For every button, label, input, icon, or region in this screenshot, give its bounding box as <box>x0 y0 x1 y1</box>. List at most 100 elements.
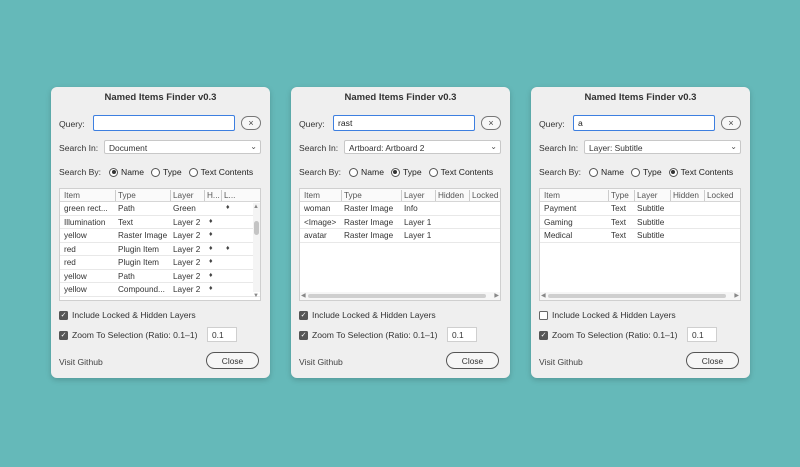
table-row[interactable]: <Image> Raster Image Layer 1 <box>300 216 500 229</box>
close-button[interactable]: Close <box>686 352 739 369</box>
zoom-to-selection-checkbox[interactable]: ✓ Zoom To Selection (Ratio: 0.1–1) <box>59 330 197 340</box>
table-cell: Subtitle <box>637 217 665 227</box>
column-header[interactable]: Layer <box>404 191 434 200</box>
table-cell: Path <box>118 204 135 213</box>
table-header: Item Type Layer Hidden Locked <box>300 189 500 202</box>
close-button[interactable]: Close <box>446 352 499 369</box>
table-row[interactable]: woman Raster Image Info <box>300 202 500 216</box>
close-button[interactable]: Close <box>206 352 259 369</box>
query-label: Query: <box>59 119 85 129</box>
clear-query-button[interactable]: × <box>481 116 501 130</box>
radio-icon <box>150 167 160 177</box>
table-row[interactable]: red Plugin Item Layer 2 ♦ <box>60 256 260 270</box>
query-input[interactable] <box>93 115 235 131</box>
table-row[interactable]: Illumination Text Layer 2 ♦ <box>60 216 260 229</box>
table-row[interactable]: Gaming Text Subtitle <box>540 216 740 229</box>
include-locked-checkbox[interactable]: ✓ Include Locked & Hidden Layers <box>59 310 196 320</box>
include-locked-checkbox[interactable]: Include Locked & Hidden Layers <box>539 310 676 320</box>
column-header[interactable]: Locked <box>707 191 738 200</box>
table-row[interactable]: yellow Raster Image Layer 2 ♦ <box>60 229 260 243</box>
column-header[interactable]: Item <box>64 191 114 200</box>
zoom-ratio-input[interactable] <box>687 327 717 342</box>
radio-label: Text Contents <box>200 167 254 177</box>
search-by-option[interactable]: Name <box>109 167 144 177</box>
column-header[interactable]: Layer <box>637 191 669 200</box>
zoom-ratio-input[interactable] <box>207 327 237 342</box>
clear-query-button[interactable]: × <box>721 116 741 130</box>
search-by-option[interactable]: Type <box>390 167 422 177</box>
search-by-option[interactable]: Type <box>150 167 182 177</box>
column-divider <box>435 190 436 201</box>
diamond-icon: ♦ <box>209 285 213 292</box>
table-row[interactable]: Medical Text Subtitle <box>540 229 740 243</box>
table-cell: <Image> <box>304 217 337 227</box>
scroll-left-icon[interactable]: ◀ <box>541 292 546 299</box>
scroll-right-icon[interactable]: ▶ <box>494 292 499 299</box>
search-by-option[interactable]: Text Contents <box>188 167 254 177</box>
visit-github-link[interactable]: Visit Github <box>299 357 343 367</box>
table-row[interactable]: green rect... Path Green ♦ <box>60 202 260 216</box>
column-header[interactable]: Type <box>611 191 633 200</box>
diamond-icon: ♦ <box>209 231 213 238</box>
scroll-right-icon[interactable]: ▶ <box>734 292 739 299</box>
horizontal-scrollbar[interactable]: ◀ ▶ <box>540 292 740 300</box>
search-by-option[interactable]: Text Contents <box>668 167 734 177</box>
column-header[interactable]: Layer <box>173 191 203 200</box>
column-header[interactable]: Item <box>544 191 607 200</box>
table-row[interactable]: Payment Text Subtitle <box>540 202 740 216</box>
scroll-thumb[interactable] <box>548 294 726 298</box>
zoom-to-selection-checkbox[interactable]: ✓ Zoom To Selection (Ratio: 0.1–1) <box>299 330 437 340</box>
column-header[interactable]: Type <box>344 191 400 200</box>
column-divider <box>634 190 635 201</box>
radio-label: Name <box>601 167 624 177</box>
search-in-label: Search In: <box>59 143 99 153</box>
table-cell: Layer 2 <box>173 258 201 267</box>
table-cell: Text <box>611 217 627 227</box>
checkbox-icon <box>539 310 548 320</box>
search-in-select[interactable]: Document ⌄ <box>104 140 261 154</box>
search-in-select[interactable]: Layer: Subtitle ⌄ <box>584 140 741 154</box>
column-header[interactable]: Hidden <box>673 191 703 200</box>
table-cell: Plugin Item <box>118 244 159 254</box>
column-header[interactable]: Hidden <box>438 191 468 200</box>
search-by-option[interactable]: Name <box>589 167 624 177</box>
close-icon: × <box>248 117 254 128</box>
vertical-scrollbar[interactable] <box>253 203 260 292</box>
zoom-ratio-input[interactable] <box>447 327 477 342</box>
search-by-option[interactable]: Name <box>349 167 384 177</box>
search-in-select[interactable]: Artboard: Artboard 2 ⌄ <box>344 140 501 154</box>
column-header[interactable]: H... <box>207 191 220 200</box>
radio-label: Text Contents <box>680 167 734 177</box>
horizontal-scrollbar[interactable]: ◀ ▶ <box>300 292 500 300</box>
table-row[interactable]: red Plugin Item Layer 2 ♦ ♦ <box>60 243 260 256</box>
column-header[interactable]: Type <box>118 191 169 200</box>
column-header[interactable]: L... <box>224 191 258 200</box>
table-cell: Layer 2 <box>173 217 201 227</box>
scroll-thumb[interactable] <box>308 294 486 298</box>
zoom-to-selection-checkbox[interactable]: ✓ Zoom To Selection (Ratio: 0.1–1) <box>539 330 677 340</box>
search-by-option[interactable]: Text Contents <box>428 167 493 177</box>
scroll-up-icon[interactable]: ▲ <box>253 204 259 210</box>
table-header: Item Type Layer Hidden Locked <box>540 189 740 202</box>
checkbox-icon: ✓ <box>539 330 548 340</box>
column-header[interactable]: Item <box>304 191 340 200</box>
visit-github-link[interactable]: Visit Github <box>59 357 103 367</box>
scroll-left-icon[interactable]: ◀ <box>301 292 306 299</box>
visit-github-link[interactable]: Visit Github <box>539 357 583 367</box>
radio-icon <box>630 167 640 177</box>
column-header[interactable]: Locked <box>472 191 498 200</box>
scroll-down-icon[interactable]: ▼ <box>253 293 259 299</box>
scroll-thumb[interactable] <box>254 221 259 235</box>
query-input[interactable] <box>573 115 715 131</box>
radio-icon <box>109 167 119 177</box>
clear-query-button[interactable]: × <box>241 116 261 130</box>
query-input[interactable] <box>333 115 475 131</box>
include-locked-checkbox[interactable]: ✓ Include Locked & Hidden Layers <box>299 310 436 320</box>
search-by-option[interactable]: Type <box>630 167 662 177</box>
table-row[interactable]: avatar Raster Image Layer 1 <box>300 229 500 243</box>
table-row[interactable]: yellow Compound... Layer 2 ♦ <box>60 283 260 297</box>
query-label: Query: <box>299 119 325 129</box>
table-cell: Text <box>118 217 134 227</box>
zoom-to-selection-label: Zoom To Selection (Ratio: 0.1–1) <box>72 330 198 340</box>
table-row[interactable]: yellow Path Layer 2 ♦ <box>60 270 260 283</box>
